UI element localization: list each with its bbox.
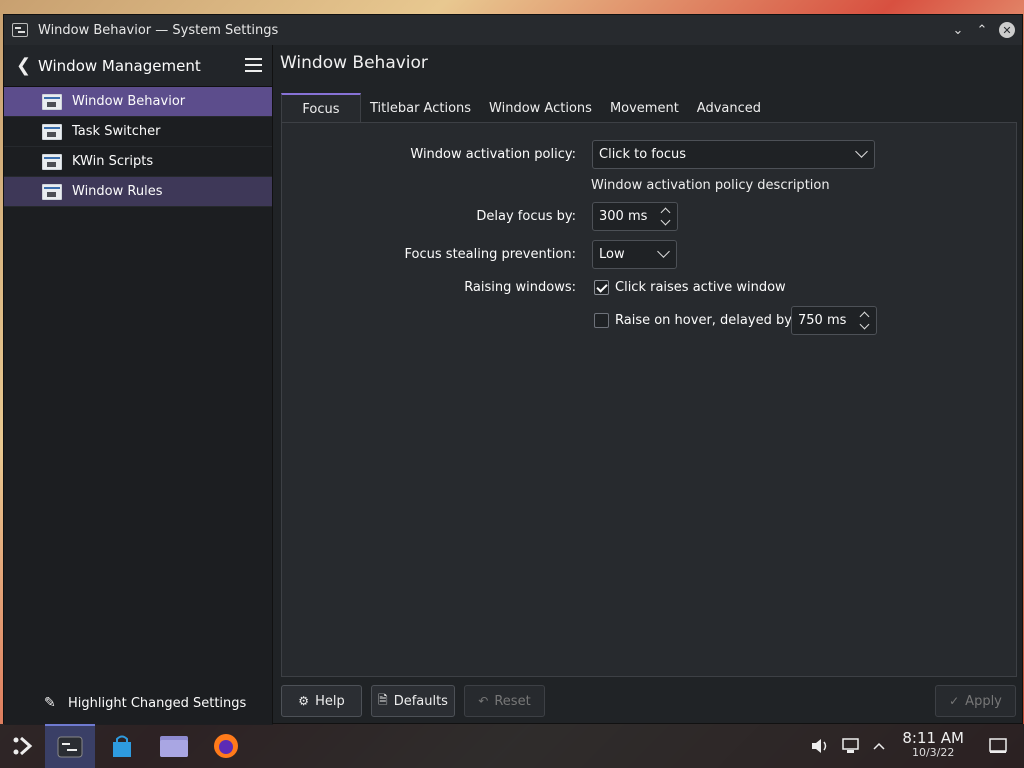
click-raises-label: Click raises active window (615, 280, 786, 295)
click-raises-checkbox[interactable] (594, 280, 609, 295)
tab-bar: Focus Titlebar Actions Window Actions Mo… (281, 93, 770, 123)
raise-hover-value: 750 ms (798, 313, 847, 328)
sidebar-item-kwin-scripts[interactable]: KWin Scripts (4, 147, 272, 177)
defaults-button[interactable]: 🗎 Defaults (371, 685, 455, 717)
raise-hover-spinbox[interactable]: 750 ms (791, 306, 877, 335)
maximize-button[interactable]: ⌃ (972, 19, 992, 41)
hamburger-menu-icon[interactable] (245, 58, 262, 72)
back-arrow-icon[interactable]: ❮ (16, 55, 36, 76)
show-desktop-icon[interactable] (986, 724, 1010, 768)
activation-policy-description: Window activation policy description (591, 178, 830, 193)
chevron-down-icon (657, 245, 670, 258)
tab-movement[interactable]: Movement (601, 93, 688, 123)
taskbar: 8:11 AM 10/3/22 (0, 724, 1024, 768)
help-button[interactable]: ⚙ Help (281, 685, 362, 717)
sidebar-item-task-switcher[interactable]: Task Switcher (4, 117, 272, 147)
tab-focus[interactable]: Focus (281, 93, 361, 123)
task-switcher-icon (42, 124, 62, 140)
raising-windows-label: Raising windows: (464, 280, 576, 295)
activation-policy-label: Window activation policy: (410, 147, 576, 162)
system-settings-window: Window Behavior — System Settings ⌄ ⌃ ✕ … (3, 14, 1023, 725)
activation-policy-value: Click to focus (599, 147, 686, 162)
system-settings-task-icon[interactable] (45, 724, 95, 768)
tab-window-actions[interactable]: Window Actions (480, 93, 601, 123)
page-title: Window Behavior (280, 53, 428, 73)
sidebar-header: ❮ Window Management (4, 45, 272, 87)
sidebar-item-window-behavior[interactable]: Window Behavior (4, 87, 272, 117)
delay-focus-value: 300 ms (599, 209, 648, 224)
reset-button[interactable]: ↶ Reset (464, 685, 545, 717)
delay-focus-spinbox[interactable]: 300 ms (592, 202, 678, 231)
help-label: Help (315, 693, 345, 709)
focus-panel: Window activation policy: Click to focus… (281, 122, 1017, 677)
spin-arrows-icon[interactable] (660, 206, 671, 228)
window-title: Window Behavior — System Settings (38, 22, 279, 38)
window-rules-icon (42, 184, 62, 200)
chevron-down-icon (855, 145, 868, 158)
firefox-icon[interactable] (207, 724, 245, 768)
highlight-changed-label: Highlight Changed Settings (68, 695, 247, 711)
volume-icon[interactable] (808, 724, 832, 768)
focus-stealing-combo[interactable]: Low (592, 240, 677, 269)
defaults-label: Defaults (393, 693, 448, 709)
sidebar: ❮ Window Management Window Behavior Task… (4, 45, 273, 725)
document-icon: 🗎 (378, 692, 388, 707)
network-icon[interactable] (838, 724, 862, 768)
sidebar-item-window-rules[interactable]: Window Rules (4, 177, 272, 207)
reset-label: Reset (494, 693, 531, 709)
apply-button[interactable]: ✓ Apply (935, 685, 1016, 717)
check-icon: ✓ (949, 694, 960, 708)
close-button[interactable]: ✕ (996, 19, 1018, 41)
tab-titlebar-actions[interactable]: Titlebar Actions (361, 93, 480, 123)
focus-stealing-value: Low (599, 247, 625, 262)
titlebar[interactable]: Window Behavior — System Settings ⌄ ⌃ ✕ (4, 15, 1022, 45)
close-icon: ✕ (999, 22, 1015, 38)
discover-store-icon[interactable] (103, 724, 141, 768)
application-launcher-icon[interactable] (6, 724, 38, 768)
tab-advanced[interactable]: Advanced (688, 93, 770, 123)
help-icon: ⚙ (298, 694, 310, 708)
clock-time: 8:11 AM (902, 729, 964, 747)
file-manager-icon[interactable] (155, 724, 193, 768)
clock[interactable]: 8:11 AM 10/3/22 (902, 730, 964, 760)
clock-date: 10/3/22 (911, 746, 955, 759)
focus-stealing-label: Focus stealing prevention: (404, 247, 576, 262)
window-icon (42, 94, 62, 110)
undo-icon: ↶ (478, 694, 489, 708)
apply-label: Apply (965, 693, 1002, 709)
sidebar-item-label: Window Rules (72, 184, 163, 199)
chevron-down-icon: ⌄ (952, 22, 964, 38)
activation-policy-combo[interactable]: Click to focus (592, 140, 875, 169)
sidebar-item-label: Window Behavior (72, 94, 186, 109)
minimize-button[interactable]: ⌄ (948, 19, 968, 41)
sidebar-header-title: Window Management (38, 56, 201, 75)
settings-app-icon (12, 23, 28, 37)
chevron-up-icon[interactable] (868, 724, 890, 768)
spin-arrows-icon[interactable] (859, 310, 870, 332)
chevron-up-icon: ⌃ (976, 22, 988, 38)
raise-on-hover-checkbox[interactable] (594, 313, 609, 328)
sidebar-item-label: Task Switcher (72, 124, 161, 139)
delay-focus-label: Delay focus by: (476, 209, 576, 224)
script-icon (42, 154, 62, 170)
raise-on-hover-label: Raise on hover, delayed by: (615, 313, 796, 328)
pencil-icon: ✎ (44, 695, 56, 711)
highlight-changed-settings-button[interactable]: ✎ Highlight Changed Settings (44, 695, 246, 711)
sidebar-item-label: KWin Scripts (72, 154, 154, 169)
